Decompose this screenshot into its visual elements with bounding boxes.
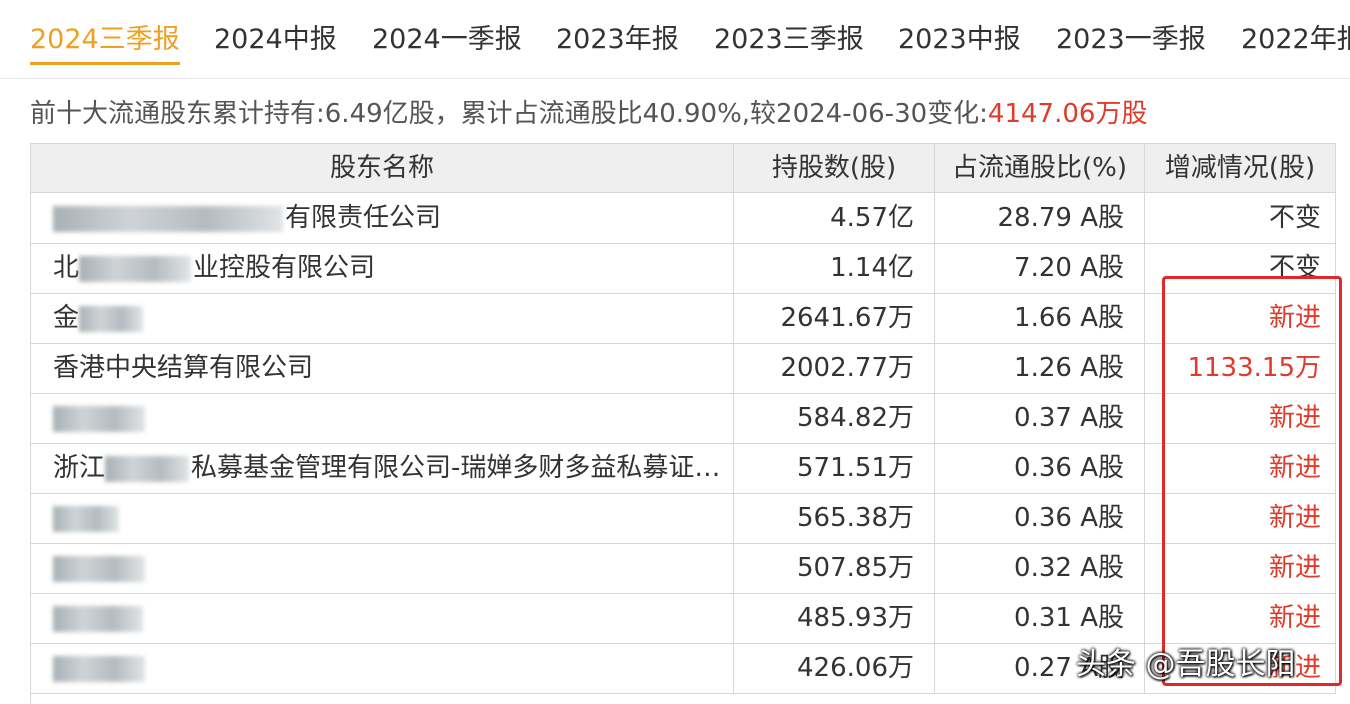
shareholder-name[interactable]: [31, 543, 734, 593]
top-shareholders-table: 股东名称 持股数(股) 占流通股比(%) 增减情况(股) 有限责任公司 4.57…: [30, 143, 1336, 704]
change-cell: 不变: [1145, 243, 1336, 293]
tab-2023-q1[interactable]: 2023一季报: [1056, 20, 1206, 62]
ratio-cell: 1.26 A股: [935, 343, 1145, 393]
redacted-blur: [79, 305, 144, 332]
header-shares[interactable]: 持股数(股): [734, 144, 935, 192]
tab-2022-annual[interactable]: 2022年报: [1241, 20, 1350, 62]
change-cell: 不变: [1145, 193, 1336, 243]
shares-cell: 1.14亿: [734, 243, 935, 293]
shareholder-name[interactable]: [31, 493, 734, 543]
ratio-cell: 0.31 A股: [935, 593, 1145, 643]
table-row: 584.82万 0.37 A股 新进: [31, 393, 1336, 444]
table-row: 485.93万 0.31 A股 新进: [31, 593, 1336, 644]
change-cell: 新进: [1145, 543, 1336, 593]
shares-cell: 426.06万: [734, 643, 935, 693]
ratio-cell: 7.20 A股: [935, 243, 1145, 293]
change-cell: 新进: [1145, 443, 1336, 493]
shares-cell: 507.85万: [734, 543, 935, 593]
shareholder-name[interactable]: 香港中央结算有限公司: [31, 343, 734, 393]
table-row: 香港中央结算有限公司 2002.77万 1.26 A股 1133.15万: [31, 343, 1336, 394]
ratio-cell: 28.79 A股: [935, 193, 1145, 243]
tab-2024-q3[interactable]: 2024三季报: [30, 20, 180, 65]
table-row: 金 2641.67万 1.66 A股 新进: [31, 293, 1336, 344]
ratio-cell: 0.36 A股: [935, 493, 1145, 543]
change-cell: 新进: [1145, 593, 1336, 643]
holdings-summary: 前十大流通股东累计持有:6.49亿股，累计占流通股比40.90%,较2024-0…: [30, 94, 1147, 134]
shares-cell: 2002.77万: [734, 343, 935, 393]
shareholder-name[interactable]: [31, 593, 734, 643]
shares-cell: 2641.67万: [734, 293, 935, 343]
table-header-row: 股东名称 持股数(股) 占流通股比(%) 增减情况(股): [31, 144, 1336, 193]
change-cell: 新进: [1145, 493, 1336, 543]
shareholder-name[interactable]: [31, 643, 734, 693]
table-row: 有限责任公司 4.57亿 28.79 A股 不变: [31, 193, 1336, 244]
redacted-blur: [53, 555, 145, 582]
table-row: 浙江 私募基金管理有限公司-瑞婵多财多益私募证… 571.51万 0.36 A股 …: [31, 443, 1336, 494]
shareholder-name[interactable]: 有限责任公司: [31, 193, 734, 243]
shares-cell: 485.93万: [734, 593, 935, 643]
shares-cell: 584.82万: [734, 393, 935, 443]
header-change[interactable]: 增减情况(股): [1145, 144, 1336, 192]
tab-2023-h1[interactable]: 2023中报: [898, 20, 1021, 62]
header-ratio[interactable]: 占流通股比(%): [935, 144, 1145, 192]
shareholder-name[interactable]: [31, 393, 734, 443]
shareholder-name[interactable]: 浙江 私募基金管理有限公司-瑞婵多财多益私募证…: [31, 443, 734, 493]
ratio-cell: 0.36 A股: [935, 443, 1145, 493]
shares-cell: 4.57亿: [734, 193, 935, 243]
watermark: 头条 @吾股长阳: [1076, 647, 1296, 682]
redacted-blur: [53, 655, 145, 682]
tab-2023-annual[interactable]: 2023年报: [556, 20, 679, 62]
tab-2024-h1[interactable]: 2024中报: [214, 20, 337, 62]
redacted-blur: [53, 405, 145, 432]
table-row: 565.38万 0.36 A股 新进: [31, 493, 1336, 544]
shares-cell: 571.51万: [734, 443, 935, 493]
table-row: 北业控股有限公司 1.14亿 7.20 A股 不变: [31, 243, 1336, 294]
tab-2023-q3[interactable]: 2023三季报: [714, 20, 864, 62]
redacted-blur: [53, 205, 283, 232]
summary-change-value: 4147.06万股: [987, 99, 1148, 129]
change-cell: 新进: [1145, 293, 1336, 343]
ratio-cell: 1.66 A股: [935, 293, 1145, 343]
redacted-blur: [79, 255, 192, 282]
summary-text: 前十大流通股东累计持有:6.49亿股，累计占流通股比40.90%,较2024-0…: [30, 99, 988, 129]
change-cell: 1133.15万: [1145, 343, 1336, 393]
table-row: 507.85万 0.32 A股 新进: [31, 543, 1336, 594]
redacted-blur: [53, 505, 119, 532]
redacted-blur: [105, 455, 190, 482]
tab-2024-q1[interactable]: 2024一季报: [372, 20, 522, 62]
ratio-cell: 0.37 A股: [935, 393, 1145, 443]
header-shareholder-name[interactable]: 股东名称: [31, 144, 734, 192]
redacted-blur: [53, 605, 143, 632]
ratio-cell: 0.32 A股: [935, 543, 1145, 593]
shareholder-name[interactable]: 北业控股有限公司: [31, 243, 734, 293]
change-cell: 新进: [1145, 393, 1336, 443]
report-period-tabs: 2024三季报 2024中报 2024一季报 2023年报 2023三季报 20…: [0, 0, 1350, 79]
shares-cell: 565.38万: [734, 493, 935, 543]
shareholder-name[interactable]: 金: [31, 293, 734, 343]
